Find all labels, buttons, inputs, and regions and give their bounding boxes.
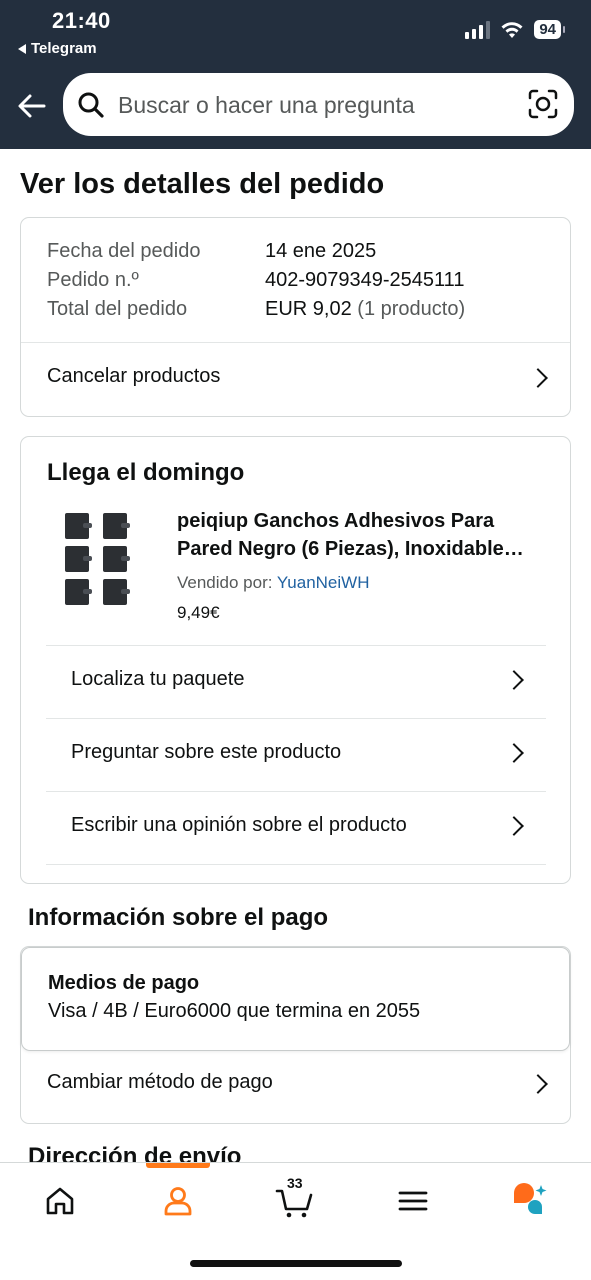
sold-by-label: Vendido por: bbox=[177, 573, 273, 592]
back-arrow-icon[interactable] bbox=[14, 88, 50, 124]
payment-methods-box: Medios de pago Visa / 4B / Euro6000 que … bbox=[21, 947, 570, 1051]
divider bbox=[46, 791, 546, 792]
camera-lens-icon[interactable] bbox=[528, 89, 558, 119]
shipment-card: Llega el domingo peiqiup Ganchos Adhesiv… bbox=[20, 436, 571, 884]
search-icon bbox=[78, 92, 104, 118]
order-summary-card: Fecha del pedido 14 ene 2025 Pedido n.º … bbox=[20, 217, 571, 417]
product-title[interactable]: peiqiup Ganchos Adhesivos Para Pared Neg… bbox=[177, 507, 549, 563]
status-indicators: 94 bbox=[465, 20, 565, 39]
ask-about-product-link[interactable]: Preguntar sobre este producto bbox=[71, 741, 341, 764]
payment-section-title: Información sobre el pago bbox=[28, 904, 329, 931]
active-tab-indicator bbox=[146, 1163, 210, 1168]
payment-methods-value: Visa / 4B / Euro6000 que termina en 2055 bbox=[48, 1000, 421, 1022]
order-item-count: (1 producto) bbox=[357, 298, 466, 320]
cart-count-badge: 33 bbox=[287, 1175, 303, 1191]
page-title: Ver los detalles del pedido bbox=[20, 168, 385, 200]
seller-link[interactable]: YuanNeiWH bbox=[277, 573, 370, 592]
cellular-signal-icon bbox=[465, 20, 491, 39]
track-package-link[interactable]: Localiza tu paquete bbox=[71, 668, 244, 691]
order-total-amount: EUR 9,02 bbox=[265, 298, 352, 320]
product-price: 9,49€ bbox=[177, 603, 220, 622]
status-time: 21:40 bbox=[52, 8, 111, 33]
arrival-heading: Llega el domingo bbox=[47, 459, 245, 486]
order-date-value: 14 ene 2025 bbox=[265, 240, 377, 262]
menu-icon[interactable] bbox=[393, 1181, 433, 1221]
chevron-right-icon[interactable] bbox=[528, 1074, 548, 1094]
order-date-label: Fecha del pedido bbox=[47, 240, 201, 262]
chevron-right-icon[interactable] bbox=[504, 816, 524, 836]
cart-button[interactable]: 33 bbox=[275, 1175, 315, 1221]
seller-info: Vendido por: YuanNeiWH bbox=[177, 573, 370, 593]
payment-methods-label: Medios de pago bbox=[48, 972, 200, 994]
order-total-value: EUR 9,02 (1 producto) bbox=[265, 298, 465, 321]
account-icon[interactable] bbox=[158, 1181, 198, 1221]
search-placeholder: Buscar o hacer una pregunta bbox=[118, 92, 415, 118]
wifi-icon bbox=[501, 21, 523, 38]
change-payment-link[interactable]: Cambiar método de pago bbox=[47, 1071, 273, 1094]
rufus-assistant-icon[interactable] bbox=[510, 1181, 550, 1221]
home-indicator bbox=[190, 1260, 402, 1267]
cancel-products-link[interactable]: Cancelar productos bbox=[47, 365, 220, 388]
home-icon[interactable] bbox=[40, 1181, 80, 1221]
back-to-app[interactable]: Telegram bbox=[18, 40, 97, 57]
order-total-label: Total del pedido bbox=[47, 298, 188, 320]
chevron-right-icon[interactable] bbox=[504, 670, 524, 690]
product-thumbnail[interactable] bbox=[61, 511, 133, 607]
back-triangle-icon bbox=[18, 43, 26, 54]
back-app-label: Telegram bbox=[31, 40, 97, 57]
divider bbox=[46, 718, 546, 719]
order-number-label: Pedido n.º bbox=[47, 269, 139, 291]
divider bbox=[46, 864, 546, 865]
header: 21:40 Telegram 94 Buscar o hacer una pre… bbox=[0, 0, 591, 149]
search-input[interactable]: Buscar o hacer una pregunta bbox=[63, 73, 574, 136]
chevron-right-icon[interactable] bbox=[528, 368, 548, 388]
write-review-link[interactable]: Escribir una opinión sobre el producto bbox=[71, 814, 407, 837]
payment-card: Medios de pago Visa / 4B / Euro6000 que … bbox=[20, 946, 571, 1124]
chevron-right-icon[interactable] bbox=[504, 743, 524, 763]
divider bbox=[21, 342, 570, 343]
order-number-value: 402-9079349-2545111 bbox=[265, 269, 465, 291]
divider bbox=[46, 645, 546, 646]
battery-indicator: 94 bbox=[534, 20, 565, 39]
